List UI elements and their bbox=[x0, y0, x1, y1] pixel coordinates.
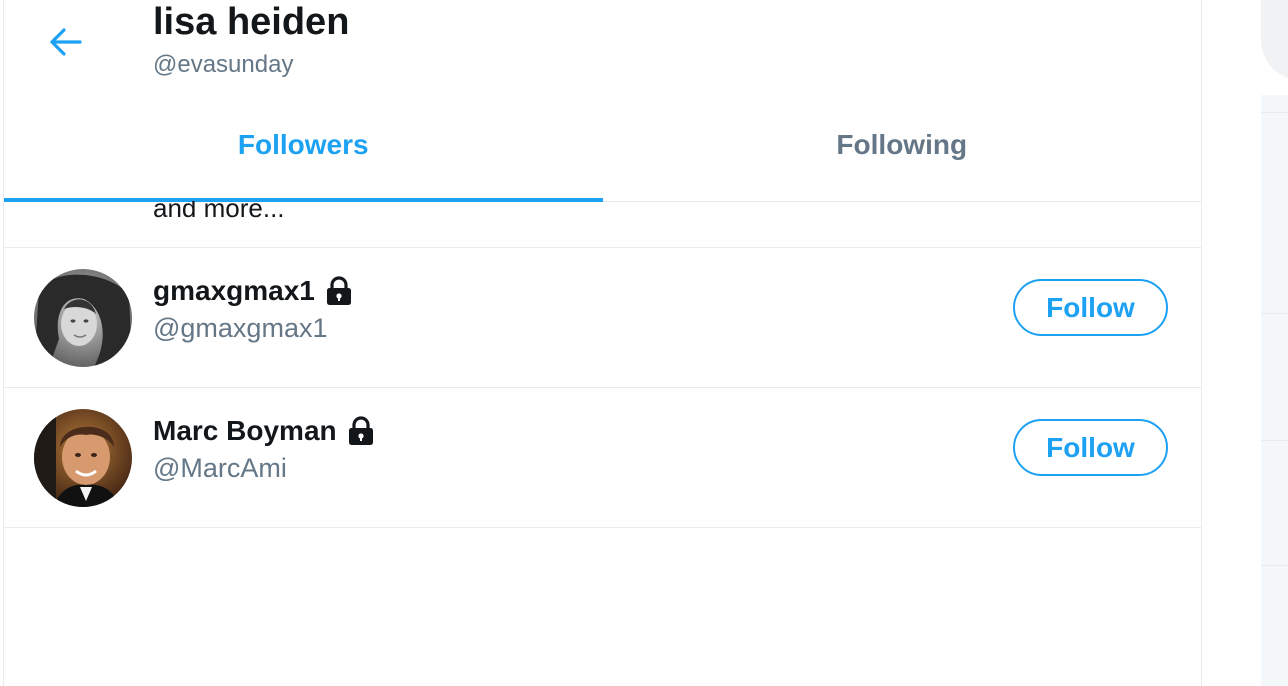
user-handle: @MarcAmi bbox=[153, 453, 287, 483]
page-header: lisa heiden @evasunday bbox=[4, 0, 1201, 108]
and-more-text: and more... bbox=[153, 201, 285, 223]
back-button[interactable] bbox=[44, 20, 88, 64]
sidebar-panel bbox=[1261, 95, 1288, 686]
tab-bar: Followers Following bbox=[4, 108, 1201, 202]
user-row[interactable]: gmaxgmax1 @gmaxgmax1 Follow bbox=[4, 248, 1201, 388]
user-handle: @gmaxgmax1 bbox=[153, 313, 328, 343]
page-handle: @evasunday bbox=[153, 51, 294, 78]
lock-icon bbox=[323, 275, 355, 307]
divider bbox=[1261, 440, 1288, 441]
avatar[interactable] bbox=[34, 269, 132, 367]
search-box-edge[interactable] bbox=[1261, 0, 1288, 80]
follow-button[interactable]: Follow bbox=[1013, 419, 1168, 476]
user-name[interactable]: gmaxgmax1 bbox=[153, 273, 315, 309]
list-item-and-more: and more... bbox=[4, 201, 1201, 248]
user-name-line: Marc Boyman bbox=[153, 413, 377, 449]
lock-icon bbox=[345, 415, 377, 447]
right-sidebar bbox=[1261, 0, 1288, 686]
arrow-left-icon bbox=[50, 28, 82, 56]
divider bbox=[1261, 112, 1288, 113]
page-title: lisa heiden bbox=[153, 1, 350, 43]
user-name[interactable]: Marc Boyman bbox=[153, 413, 337, 449]
user-name-line: gmaxgmax1 bbox=[153, 273, 355, 309]
user-row[interactable]: Marc Boyman @MarcAmi Follow bbox=[4, 388, 1201, 528]
tab-following[interactable]: Following bbox=[603, 108, 1202, 201]
tab-followers[interactable]: Followers bbox=[4, 108, 603, 202]
avatar[interactable] bbox=[34, 409, 132, 507]
main-column: lisa heiden @evasunday Followers Followi… bbox=[3, 0, 1202, 686]
follow-button[interactable]: Follow bbox=[1013, 279, 1168, 336]
divider bbox=[1261, 565, 1288, 566]
divider bbox=[1261, 313, 1288, 314]
